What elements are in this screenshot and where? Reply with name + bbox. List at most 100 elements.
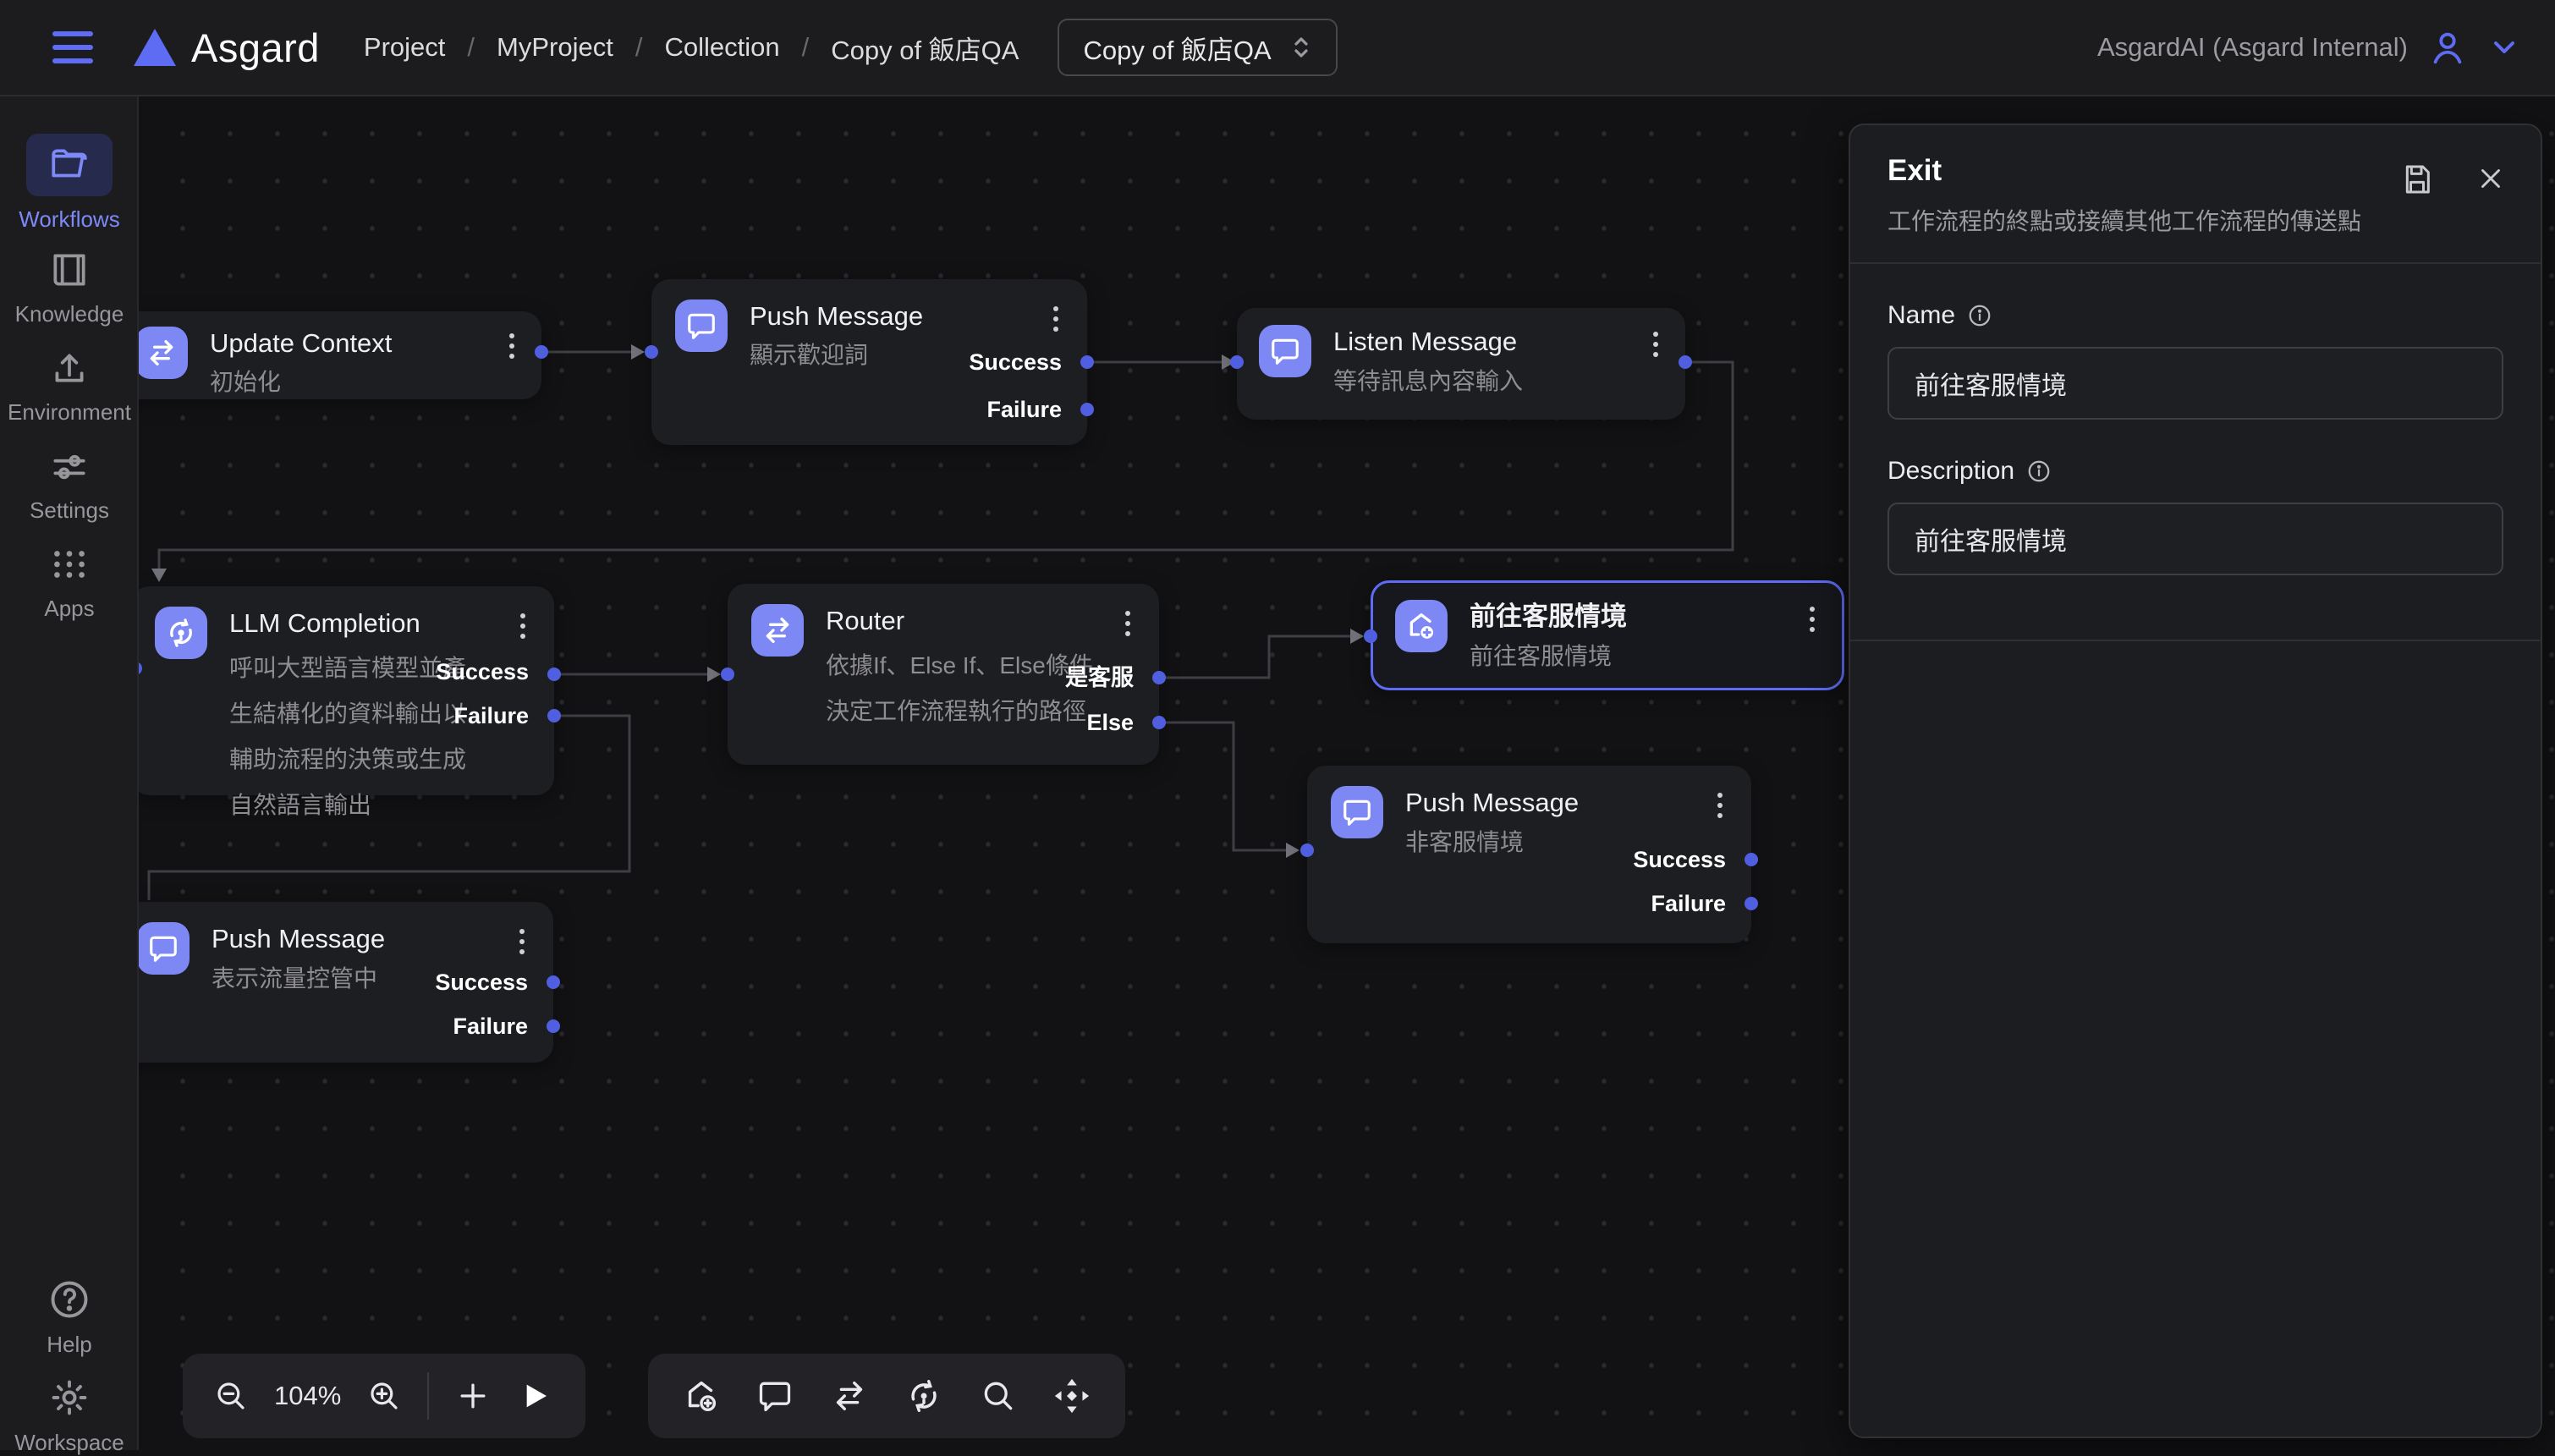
node-subtitle: 前往客服情境	[1470, 639, 1793, 674]
node-menu-button[interactable]	[1712, 786, 1728, 825]
chat-bubble-icon	[675, 299, 728, 352]
swap-arrows-icon	[830, 1376, 869, 1415]
sidebar-item-help[interactable]: Help	[0, 1277, 139, 1358]
node-menu-button[interactable]	[1805, 600, 1820, 639]
hamburger-menu-icon[interactable]	[52, 31, 93, 63]
node-menu-button[interactable]	[1120, 604, 1135, 643]
swap-arrows-icon	[135, 327, 188, 379]
breadcrumb-myproject[interactable]: MyProject	[497, 32, 613, 63]
description-input[interactable]	[1887, 503, 2503, 575]
port-success[interactable]: Success	[435, 970, 528, 995]
node-menu-button[interactable]	[1648, 325, 1663, 364]
exit-house-plus-icon	[1395, 600, 1448, 652]
sidebar-item-apps[interactable]: Apps	[0, 543, 139, 622]
chat-bubble-icon	[756, 1377, 794, 1415]
zoom-out-button[interactable]	[213, 1378, 249, 1414]
apps-grid-icon	[48, 543, 91, 585]
workflow-selector[interactable]: Copy of 飯店QA	[1058, 19, 1337, 76]
chevron-down-icon[interactable]	[2487, 30, 2521, 64]
node-menu-button[interactable]	[504, 327, 519, 365]
port-failure[interactable]: Failure	[453, 1014, 528, 1039]
exit-house-plus-icon	[682, 1376, 721, 1415]
sidebar-item-settings[interactable]: Settings	[0, 445, 139, 524]
node-router[interactable]: Router 依據If、Else If、Else條件決定工作流程執行的路徑 是客…	[728, 584, 1159, 765]
zoom-toolbar: 104%	[183, 1354, 585, 1438]
book-icon	[48, 249, 91, 291]
app-header: Asgard Project / MyProject / Collection …	[0, 0, 2555, 96]
node-update-context[interactable]: Update Context 初始化	[113, 311, 541, 399]
info-icon[interactable]	[2026, 459, 2052, 484]
sidebar-item-workspace[interactable]: Workspace	[0, 1376, 139, 1456]
node-title: Push Message	[750, 299, 1036, 333]
name-input[interactable]	[1887, 347, 2503, 420]
node-title: 前往客服情境	[1470, 600, 1793, 634]
panel-divider	[1850, 640, 2541, 641]
plus-icon	[454, 1377, 492, 1415]
node-palette-toolbar	[648, 1354, 1125, 1438]
node-push-message-3[interactable]: Push Message 表示流量控管中 Success Failure	[113, 902, 553, 1063]
panel-description: 工作流程的終點或接續其他工作流程的傳送點	[1887, 203, 2503, 237]
zoom-level: 104%	[274, 1381, 341, 1411]
toolbar-divider	[427, 1372, 429, 1420]
port-success[interactable]: Success	[1633, 847, 1726, 872]
sidebar: Workflows Knowledge Environment Settings…	[0, 96, 139, 1450]
llm-refresh-bulb-icon	[155, 607, 207, 659]
sliders-icon	[48, 445, 91, 487]
search-nodes-button[interactable]	[980, 1377, 1017, 1415]
play-icon	[517, 1379, 551, 1413]
save-icon[interactable]	[2400, 162, 2434, 196]
sidebar-item-environment[interactable]: Environment	[0, 347, 139, 426]
node-title: Push Message	[212, 922, 503, 956]
port-failure[interactable]: Failure	[1651, 891, 1726, 916]
node-subtitle: 初始化	[210, 365, 492, 399]
breadcrumb-collection[interactable]: Collection	[664, 32, 779, 63]
zoom-in-button[interactable]	[366, 1378, 402, 1414]
port-failure[interactable]: Failure	[453, 703, 529, 728]
pan-move-button[interactable]	[1052, 1376, 1091, 1415]
search-icon	[980, 1377, 1017, 1415]
node-push-message-1[interactable]: Push Message 顯示歡迎詞 Success Failure	[651, 279, 1087, 445]
port-success[interactable]: Success	[969, 349, 1062, 375]
node-push-message-2[interactable]: Push Message 非客服情境 Success Failure	[1307, 766, 1751, 943]
node-menu-button[interactable]	[514, 922, 530, 961]
add-llm-node-button[interactable]	[904, 1376, 943, 1415]
run-workflow-button[interactable]	[517, 1379, 551, 1413]
add-message-node-button[interactable]	[756, 1377, 794, 1415]
chat-bubble-icon	[1259, 325, 1311, 377]
node-listen-message[interactable]: Listen Message 等待訊息內容輸入	[1237, 308, 1685, 420]
port-success[interactable]: Success	[436, 659, 529, 684]
add-node-button[interactable]	[454, 1377, 492, 1415]
breadcrumb-workflow[interactable]: Copy of 飯店QA	[831, 29, 1019, 67]
sidebar-item-workflows[interactable]: Workflows	[0, 134, 139, 233]
port-else[interactable]: Else	[1086, 710, 1134, 735]
node-title: Push Message	[1405, 786, 1701, 820]
user-icon[interactable]	[2428, 28, 2467, 67]
gear-icon	[47, 1376, 91, 1420]
workflows-folder-icon	[26, 134, 113, 196]
node-title: Listen Message	[1333, 325, 1636, 359]
port-failure[interactable]: Failure	[986, 397, 1062, 422]
node-llm-completion[interactable]: LLM Completion 呼叫大型語言模型並產生結構化的資料輸出以輔助流程的…	[131, 586, 554, 795]
node-menu-button[interactable]	[1048, 299, 1063, 338]
brand[interactable]: Asgard	[132, 25, 320, 71]
breadcrumb: Project / MyProject / Collection / Copy …	[364, 29, 1019, 67]
node-subtitle: 依據If、Else If、Else條件決定工作流程執行的路徑	[826, 643, 1105, 734]
chat-bubble-icon	[137, 922, 190, 975]
llm-refresh-bulb-icon	[904, 1376, 943, 1415]
upload-icon	[48, 347, 91, 389]
add-router-node-button[interactable]	[830, 1376, 869, 1415]
sidebar-item-knowledge[interactable]: Knowledge	[0, 249, 139, 327]
breadcrumb-project[interactable]: Project	[364, 32, 445, 63]
close-icon[interactable]	[2475, 162, 2507, 195]
node-goto-cs[interactable]: 前往客服情境 前往客服情境	[1371, 580, 1844, 690]
node-subtitle: 等待訊息內容輸入	[1333, 364, 1636, 399]
name-field-label: Name	[1887, 301, 2503, 330]
node-properties-panel: Exit 工作流程的終點或接續其他工作流程的傳送點 Name Descripti…	[1849, 124, 2542, 1438]
node-title: Update Context	[210, 327, 492, 360]
node-title: LLM Completion	[229, 607, 503, 640]
port-is-cs[interactable]: 是客服	[1065, 665, 1134, 690]
info-icon[interactable]	[1967, 303, 1992, 328]
asgard-logo-icon	[132, 27, 178, 68]
add-exit-node-button[interactable]	[682, 1376, 721, 1415]
node-menu-button[interactable]	[515, 607, 530, 646]
